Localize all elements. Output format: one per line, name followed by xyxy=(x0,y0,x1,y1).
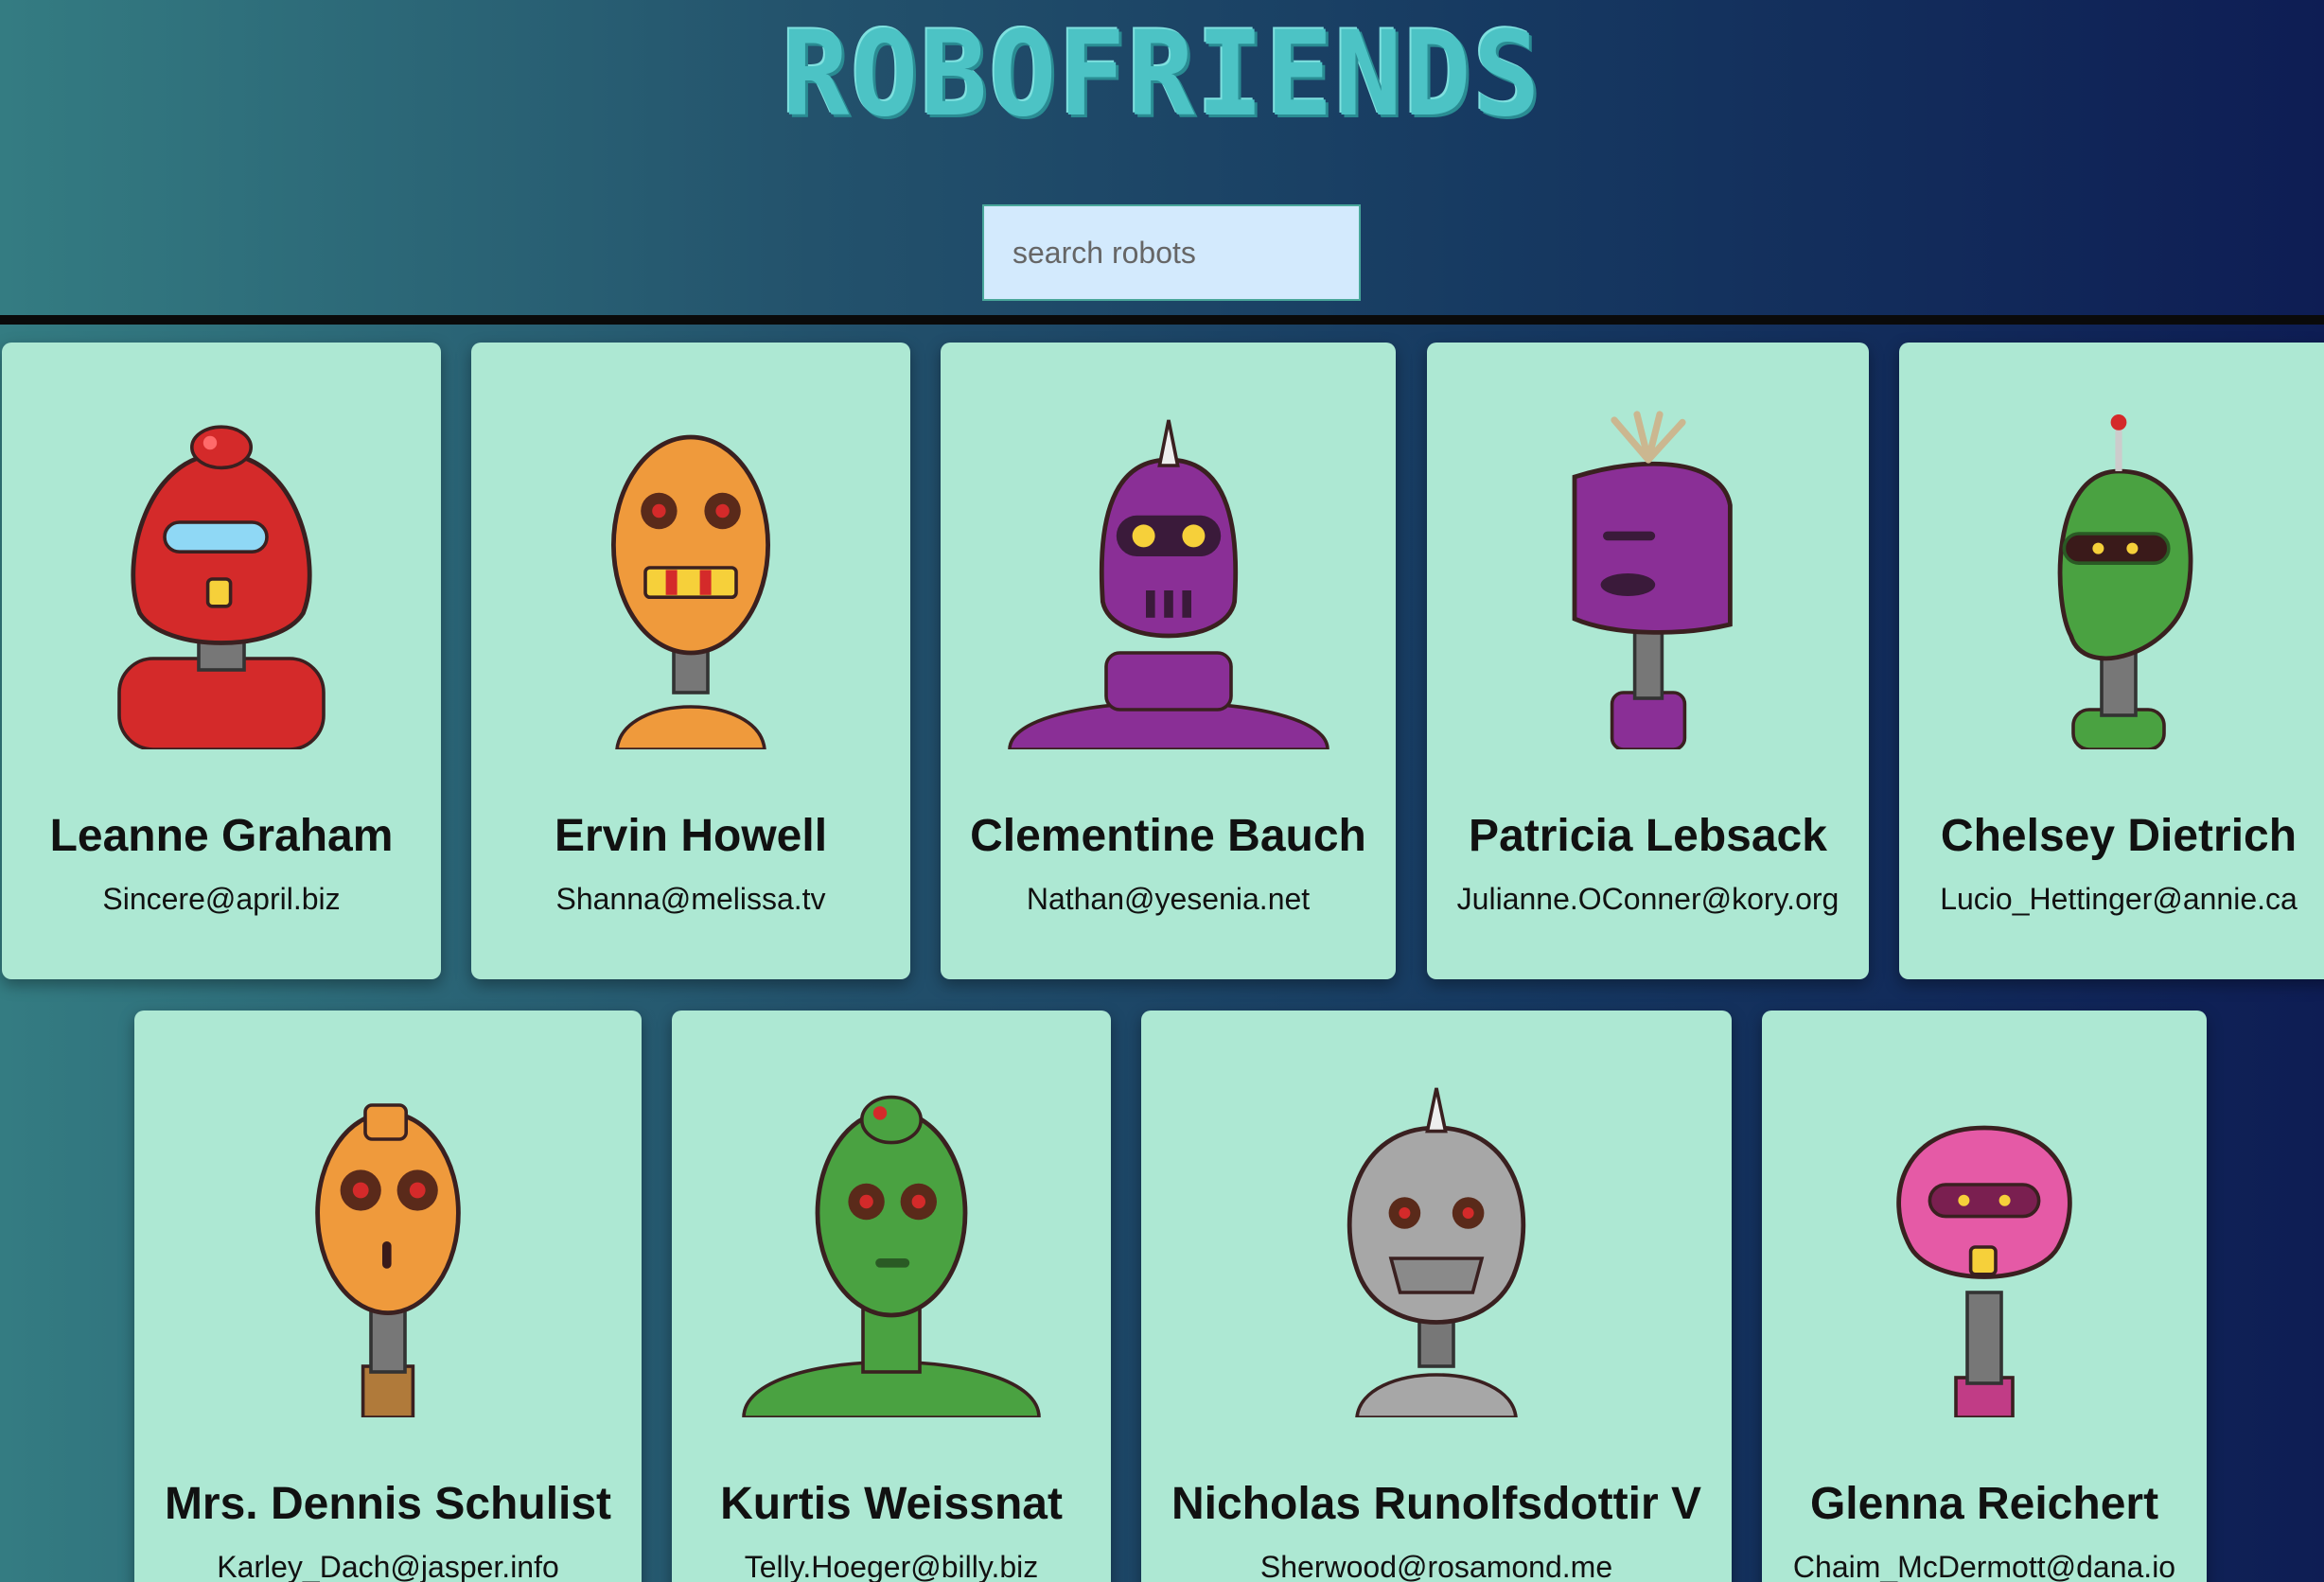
robot-email: Lucio_Hettinger@annie.ca xyxy=(1940,882,2298,916)
robot-avatar-icon xyxy=(1896,1125,2072,1417)
robot-name: Nicholas Runolfsdottir V xyxy=(1171,1479,1701,1529)
robot-name: Kurtis Weissnat xyxy=(720,1479,1063,1529)
robot-name: Clementine Bauch xyxy=(970,811,1366,861)
robot-avatar-icon xyxy=(1572,411,1733,749)
robot-name: Ervin Howell xyxy=(554,811,828,861)
robot-avatar-icon xyxy=(315,1103,461,1417)
robot-email: Sherwood@rosamond.me xyxy=(1259,1550,1613,1582)
robot-avatar-icon xyxy=(611,434,770,749)
header-divider xyxy=(0,315,2324,325)
robot-card[interactable]: Ervin Howell Shanna@melissa.tv xyxy=(471,343,910,979)
robot-email: Sincere@april.biz xyxy=(102,882,341,916)
robot-email: Chaim_McDermott@dana.io xyxy=(1792,1550,2176,1582)
app-title: ROBOFRIENDS xyxy=(0,6,2324,143)
robot-name: Leanne Graham xyxy=(49,811,394,861)
robot-name: Mrs. Dennis Schulist xyxy=(164,1479,612,1529)
robot-name: Glenna Reichert xyxy=(1809,1479,2159,1529)
robot-card[interactable]: Clementine Bauch Nathan@yesenia.net xyxy=(941,343,1396,979)
robot-avatar-icon xyxy=(117,425,326,749)
robot-avatar-icon xyxy=(1007,419,1329,749)
robot-name: Patricia Lebsack xyxy=(1469,811,1827,861)
search-input[interactable] xyxy=(982,204,1361,301)
robot-avatar-icon xyxy=(742,1095,1041,1417)
robot-card[interactable]: Glenna Reichert Chaim_McDermott@dana.io xyxy=(1762,1011,2207,1582)
robot-email: Nathan@yesenia.net xyxy=(1026,882,1311,916)
app-title-text: ROBOFRIENDS xyxy=(782,5,1542,143)
robot-card[interactable]: Chelsey Dietrich Lucio_Hettinger@annie.c… xyxy=(1899,343,2324,979)
robot-email: Shanna@melissa.tv xyxy=(555,882,826,916)
robot-avatar-icon xyxy=(1347,1087,1526,1417)
robot-card[interactable]: Leanne Graham Sincere@april.biz xyxy=(2,343,441,979)
robot-email: Julianne.OConner@kory.org xyxy=(1456,882,1840,916)
robot-card[interactable]: Patricia Lebsack Julianne.OConner@kory.o… xyxy=(1427,343,1869,979)
robot-card[interactable]: Mrs. Dennis Schulist Karley_Dach@jasper.… xyxy=(134,1011,642,1582)
robot-avatar-icon xyxy=(2057,414,2193,749)
robot-card[interactable]: Nicholas Runolfsdottir V Sherwood@rosamo… xyxy=(1141,1011,1732,1582)
robot-email: Telly.Hoeger@billy.biz xyxy=(744,1550,1039,1582)
card-list[interactable]: Leanne Graham Sincere@april.biz Ervin Ho… xyxy=(0,325,2324,1582)
robot-email: Karley_Dach@jasper.info xyxy=(217,1550,559,1582)
robot-name: Chelsey Dietrich xyxy=(1940,811,2298,861)
robot-card[interactable]: Kurtis Weissnat Telly.Hoeger@billy.biz xyxy=(672,1011,1111,1582)
